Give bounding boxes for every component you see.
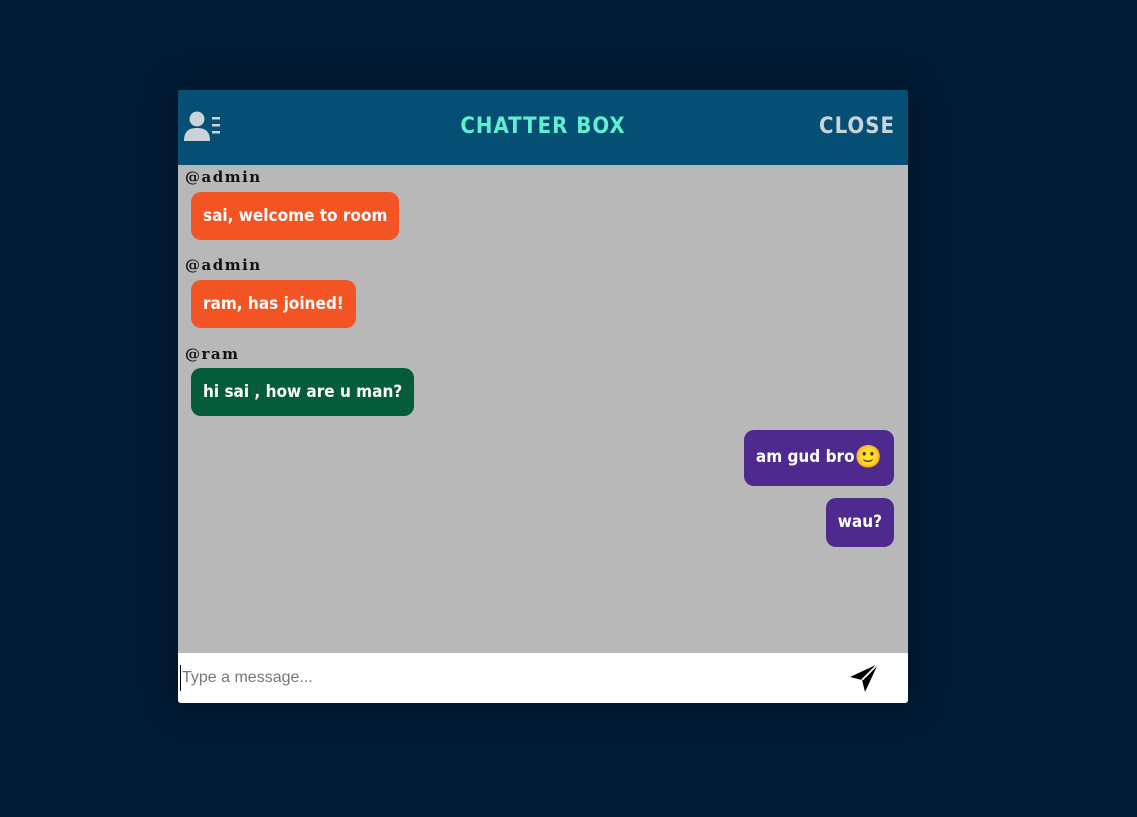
message-text: sai, welcome to room [203,206,388,226]
message-sender: @admin [185,168,262,186]
message-text: hi sai , how are u man? [203,382,403,402]
smiley-emoji: 🙂 [854,445,882,470]
message-input[interactable] [180,665,822,691]
message-sender: @ram [185,345,240,363]
chat-header: CHATTER BOX CLOSE [178,90,908,165]
message-bubble: hi sai , how are u man? [191,368,415,416]
send-icon[interactable] [848,662,880,694]
message-bubble: ram, has joined! [191,280,356,328]
message-composer [178,653,908,703]
message-bubble: wau? [825,498,894,547]
close-button[interactable]: CLOSE [819,114,895,140]
message-bubble: am gud bro🙂 [743,430,894,486]
message-list: @admin sai, welcome to room @admin ram, … [178,165,908,653]
chat-title: CHATTER BOX [460,114,626,139]
message-bubble: sai, welcome to room [191,192,400,240]
message-text: ram, has joined! [203,294,344,314]
message-sender: @admin [185,256,262,274]
chat-window: CHATTER BOX CLOSE @admin sai, welcome to… [178,90,908,703]
message-text: wau? [837,512,882,532]
message-text: am gud bro [755,447,855,467]
